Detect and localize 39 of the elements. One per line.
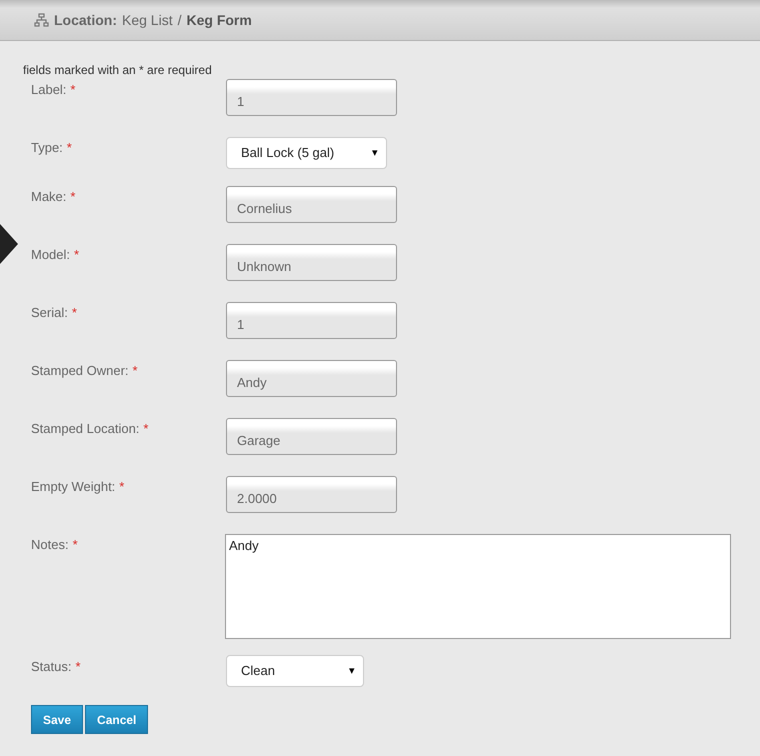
field-label: Notes: [31,536,69,554]
required-mark: * [74,246,80,264]
required-mark: * [75,658,81,676]
required-mark: * [132,362,138,380]
save-button[interactable]: Save [31,705,84,734]
dropdown[interactable]: Clean ▾ [226,655,364,687]
breadcrumb-label: Location: [54,10,117,30]
sitemap-icon [34,13,49,27]
field-label: Make: [31,188,66,206]
required-mark: * [143,420,148,438]
field-label: Model: [31,246,70,264]
required-mark: * [72,536,78,554]
required-mark: * [70,81,76,99]
notes-field[interactable]: Andy [225,534,731,639]
breadcrumb-link[interactable]: Keg List [122,10,173,30]
breadcrumb-current: Keg Form [186,10,252,30]
input-field[interactable]: 2.0000 [226,476,397,513]
field-label: Stamped Location: [31,420,140,438]
field-label: Status: [31,658,72,676]
required-mark: * [119,478,124,496]
input-field[interactable]: Unknown [226,244,397,281]
input-field[interactable]: 1 [226,302,397,339]
breadcrumb-separator: / [178,10,182,30]
required-mark: * [72,304,77,322]
dropdown[interactable]: Ball Lock (5 gal) ▾ [226,137,387,169]
field-label: Stamped Owner: [31,362,129,380]
cancel-button[interactable]: Cancel [85,705,148,734]
input-field[interactable]: Garage [226,418,397,455]
field-label: Empty Weight: [31,478,116,496]
field-label: Serial: [31,304,68,322]
required-mark: * [70,188,76,206]
arrow-icon [0,224,18,264]
input-field[interactable]: 1 [226,79,397,116]
required-note: fields marked with an * are required [23,62,213,78]
field-label: Label: [31,81,66,99]
input-field[interactable]: Cornelius [226,186,397,223]
required-mark: * [66,139,72,157]
field-label: Type: [31,139,63,157]
input-field[interactable]: Andy [226,360,397,397]
